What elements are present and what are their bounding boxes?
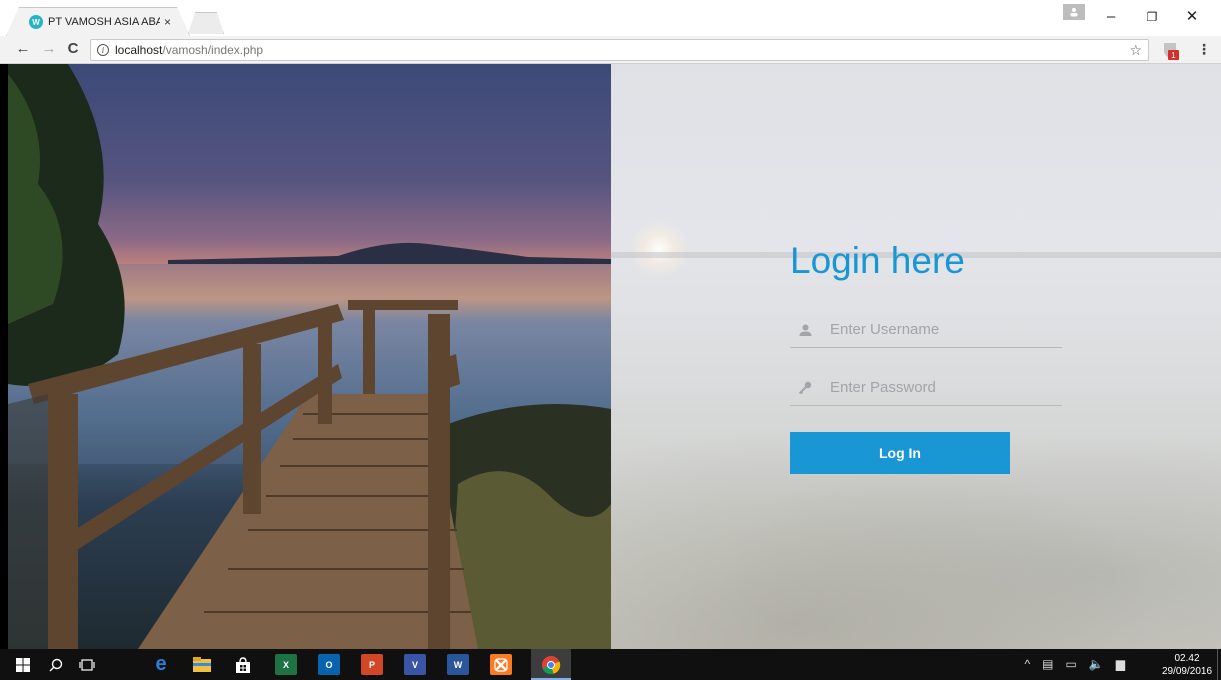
login-button[interactable]: Log In (790, 432, 1010, 474)
task-view-icon[interactable] (76, 654, 98, 675)
url-path: /vamosh/index.php (162, 43, 264, 57)
extension-badge: 1 (1168, 50, 1179, 60)
windows-start-icon[interactable] (12, 654, 34, 675)
login-title: Login here (790, 240, 965, 281)
powerpoint-icon[interactable]: P (361, 654, 383, 675)
browser-tab[interactable]: W PT VAMOSH ASIA ABADI × (6, 7, 190, 36)
browser-toolbar: ← → C i localhost /vamosh/index.php ☆ 1 … (0, 36, 1221, 64)
windows-taskbar: e X O P V W ^ ▤ ▭ 🔈 ▆ 02.42 29/09/2016 (0, 649, 1221, 680)
browser-menu-icon[interactable]: ⋮ (1197, 41, 1211, 58)
tab-close-icon[interactable]: × (164, 15, 171, 29)
system-tray: ^ ▤ ▭ 🔈 ▆ (1024, 657, 1125, 671)
sun-glow-decoration (629, 219, 689, 279)
word-icon[interactable]: W (447, 654, 469, 675)
address-bar[interactable]: i localhost /vamosh/index.php ☆ (90, 39, 1149, 61)
tab-title: PT VAMOSH ASIA ABADI (48, 16, 160, 28)
network-icon[interactable]: ▤ (1042, 657, 1053, 671)
back-arrow-icon[interactable]: ← (14, 40, 32, 58)
store-icon[interactable] (232, 654, 254, 675)
minimize-button[interactable]: – (1096, 8, 1126, 26)
maximize-button[interactable]: ❐ (1137, 8, 1167, 26)
volume-icon[interactable]: 🔈 (1089, 657, 1104, 671)
forward-arrow-icon[interactable]: → (40, 40, 58, 58)
clock-date: 29/09/2016 (1161, 666, 1213, 677)
bookmark-star-icon[interactable]: ☆ (1129, 42, 1142, 59)
xampp-icon[interactable] (490, 654, 512, 675)
password-input[interactable] (830, 372, 1062, 403)
chevron-up-icon[interactable]: ^ (1024, 657, 1030, 671)
close-window-button[interactable]: ✕ (1177, 8, 1207, 26)
new-tab-button[interactable] (188, 12, 224, 34)
visio-icon[interactable]: V (404, 654, 426, 675)
outlook-icon[interactable]: O (318, 654, 340, 675)
login-panel: Login here Log In (611, 64, 1221, 649)
url-host: localhost (115, 43, 163, 57)
site-favicon-icon: W (29, 15, 43, 29)
show-desktop-button[interactable] (1217, 649, 1221, 680)
site-info-icon[interactable]: i (97, 44, 109, 56)
clock-time: 02.42 (1174, 653, 1200, 664)
username-input[interactable] (830, 314, 1062, 345)
key-icon (794, 380, 816, 396)
background-photo-boardwalk (8, 64, 611, 649)
user-icon (794, 322, 816, 338)
file-explorer-icon[interactable] (191, 654, 213, 675)
browser-tab-strip: W PT VAMOSH ASIA ABADI × – ❐ ✕ (0, 0, 1221, 36)
page-viewport: Login here Log In (0, 64, 1221, 649)
profile-icon[interactable] (1063, 4, 1085, 20)
reload-icon[interactable]: C (64, 40, 82, 58)
search-icon[interactable] (45, 654, 67, 675)
edge-icon[interactable]: e (150, 653, 172, 675)
password-field (790, 370, 1062, 406)
boardwalk-scene-illustration (8, 64, 611, 649)
battery-icon[interactable]: ▭ (1065, 657, 1076, 671)
notification-icon[interactable]: ▆ (1116, 657, 1125, 671)
excel-icon[interactable]: X (275, 654, 297, 675)
username-field (790, 312, 1062, 348)
chrome-icon[interactable] (540, 654, 562, 675)
taskbar-clock[interactable]: 02.42 29/09/2016 (1161, 652, 1213, 678)
